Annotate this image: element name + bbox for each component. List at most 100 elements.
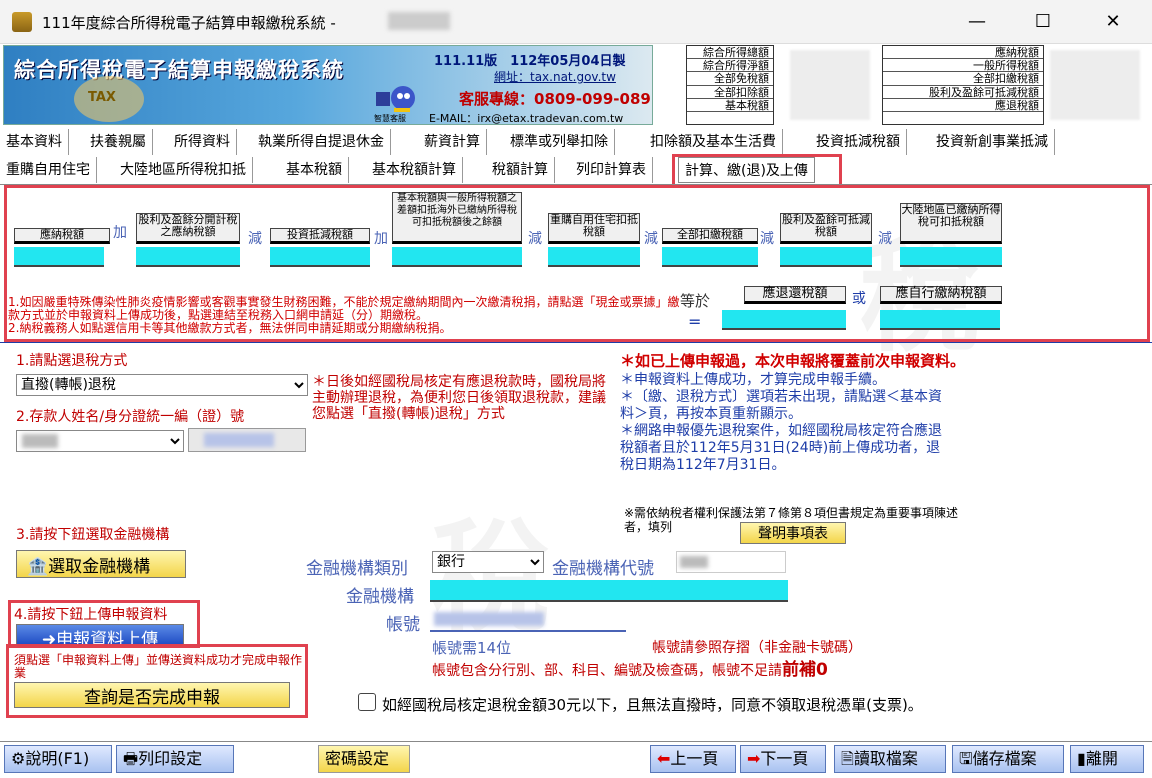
tab-print[interactable]: 列印計算表 — [570, 157, 653, 183]
print-setting-label: 列印設定 — [138, 749, 203, 768]
label-dividend-credit: 股利及盈餘可抵減稅額 — [780, 213, 872, 244]
value-dividend-credit — [780, 247, 872, 267]
bank-icon: 🏦 — [27, 556, 49, 577]
account-label: 帳號 — [386, 615, 420, 635]
operator-add: 加 — [374, 231, 388, 247]
help-icon: ⚙ — [11, 749, 26, 768]
bank-code-label: 金融機構代號 — [552, 559, 654, 579]
bank-type-label: 金融機構類別 — [306, 559, 408, 579]
calc-note: 2.納稅義務人如點選信用卡等其他繳款方式者，無法併同申請延期或分期繳納稅捐。 — [8, 321, 452, 335]
tab-housing[interactable]: 重購自用住宅 — [0, 157, 97, 183]
label-overseas-credit: 基本稅額與一般所得稅額之差額扣抵海外已繳納所得稅可扣抵稅額後之餘額 — [392, 192, 522, 244]
next-page-label: 下一頁 — [760, 749, 809, 768]
summary-item: 基本稅額 — [687, 99, 773, 112]
refund-method-select[interactable]: 直撥(轉帳)退稅 — [16, 374, 308, 396]
value-dividend-tax — [136, 247, 240, 267]
tab-basic-info[interactable]: 基本資料 — [0, 129, 69, 155]
info-notes: ＊申報資料上傳成功，才算完成申報手續。 ＊〔繳、退稅方式〕選項若未出現，請點選＜… — [620, 372, 950, 474]
step2-label: 2.存款人姓名/身分證統一編（證）號 — [16, 409, 245, 425]
label-housing-credit: 重購自用住宅扣抵稅額 — [548, 213, 640, 244]
declare-button[interactable]: 聲明事項表 — [740, 522, 846, 544]
password-setting-button[interactable]: 密碼設定 — [318, 745, 410, 773]
tab-dependents[interactable]: 扶養親屬 — [84, 129, 153, 155]
info-line: ＊申報資料上傳成功，才算完成申報手續。 — [620, 372, 886, 388]
summary-item: 綜合所得總額 — [687, 46, 773, 60]
tab-tax-calc[interactable]: 稅額計算 — [486, 157, 555, 183]
blurred-depositor — [22, 434, 58, 448]
tax-badge: TAX — [88, 90, 116, 105]
tab-mainland[interactable]: 大陸地區所得稅扣抵 — [114, 157, 253, 183]
label-tax-payable: 應納稅額 — [14, 228, 110, 244]
account-format-note: 帳號包含分行別、部、科目、編號及檢查碼，帳號不足請前補0 — [432, 655, 828, 680]
banner-url-link[interactable]: 網址：tax.nat.gov.tw — [494, 68, 616, 85]
equals-label: 等於 — [680, 292, 711, 310]
tab-basic-tax-calc[interactable]: 基本稅額計算 — [366, 157, 463, 183]
account-format-text: 帳號包含分行別、部、科目、編號及檢查碼，帳號不足請 — [432, 663, 782, 679]
window-title: 111年度綜合所得稅電子結算申報繳稅系統 - — [42, 14, 336, 32]
maximize-button[interactable]: ☐ — [1020, 6, 1066, 38]
highlight-query — [6, 644, 308, 718]
operator-sub: 減 — [248, 231, 262, 247]
tab-bar-2: 重購自用住宅 大陸地區所得稅扣抵 基本稅額 基本稅額計算 稅額計算 列印計算表 … — [0, 157, 1152, 183]
blurred-bank-code — [680, 556, 708, 568]
value-withholding — [662, 247, 758, 267]
select-bank-label: 選取金融機構 — [48, 556, 151, 577]
tab-salary[interactable]: 薪資計算 — [418, 129, 487, 155]
app-icon — [12, 12, 32, 32]
summary-left-values — [790, 50, 870, 120]
help-button[interactable]: ⚙說明(F1) — [4, 745, 112, 773]
label-self-pay: 應自行繳納稅額 — [880, 286, 1002, 304]
section-divider — [0, 342, 1152, 343]
banner-email: E-MAIL：irx@etax.tradevan.com.tw — [429, 112, 624, 125]
summary-left: 綜合所得總額 綜合所得淨額 全部免稅額 全部扣除額 基本稅額 — [686, 45, 774, 125]
tab-startup-credit[interactable]: 投資新創事業抵減 — [930, 129, 1055, 155]
select-bank-button[interactable]: 🏦選取金融機構 — [16, 550, 186, 578]
exit-icon: ▮ — [1077, 749, 1086, 768]
tab-basic-living[interactable]: 扣除額及基本生活費 — [644, 129, 783, 155]
step3-label: 3.請按下鈕選取金融機構 — [16, 527, 170, 543]
minimize-button[interactable]: — — [954, 6, 1000, 38]
exit-button[interactable]: ▮離開 — [1070, 745, 1144, 773]
next-page-button[interactable]: ➡下一頁 — [740, 745, 826, 773]
tab-investment-credit[interactable]: 投資抵減稅額 — [810, 129, 907, 155]
tab-deduction[interactable]: 標準或列舉扣除 — [504, 129, 615, 155]
tab-basic-tax[interactable]: 基本稅額 — [280, 157, 349, 183]
calc-notes: 1.如因嚴重特殊傳染性肺炎疫情影響或客觀事實發生財務困難，不能於規定繳納期間內一… — [8, 296, 688, 335]
banner-title: 綜合所得稅電子結算申報繳稅系統 — [14, 58, 344, 82]
printer-icon: 🖶 — [123, 749, 139, 768]
close-button[interactable]: ✕ — [1090, 6, 1136, 38]
open-file-icon: 🗎 — [841, 749, 854, 768]
operator-add: 加 — [113, 225, 127, 241]
value-mainland-credit — [900, 247, 1002, 267]
account-passbook-note: 帳號請參照存摺（非金融卡號碼） — [652, 640, 862, 656]
value-refund — [722, 310, 846, 330]
summary-item: 股利及盈餘可抵減稅額 — [883, 86, 1043, 99]
prev-page-button[interactable]: ⬅上一頁 — [650, 745, 736, 773]
save-file-button[interactable]: 🖫儲存檔案 — [952, 745, 1064, 773]
highlight-upload — [8, 600, 200, 648]
pad-zero: 前補0 — [782, 660, 828, 680]
open-file-label: 讀取檔案 — [853, 749, 918, 768]
tab-bar-1: 基本資料 扶養親屬 所得資料 執業所得自提退休金 薪資計算 標準或列舉扣除 扣除… — [0, 129, 1152, 155]
info-line: ＊網路申報優先退稅案件，如經國稅局核定符合應退稅額者且於112年5月31日(24… — [620, 423, 942, 473]
print-setting-button[interactable]: 🖶列印設定 — [116, 745, 234, 773]
save-file-label: 儲存檔案 — [972, 749, 1037, 768]
robot-label: 智慧客服 — [374, 114, 406, 123]
summary-item: 應退稅額 — [883, 99, 1043, 112]
banner-phone: 客服專線：0809-099-089 — [459, 90, 651, 108]
summary-item: 應納稅額 — [883, 46, 1043, 60]
no-refund-check-checkbox[interactable] — [358, 693, 376, 711]
bank-type-select[interactable]: 銀行 — [432, 551, 544, 573]
summary-item: 綜合所得淨額 — [687, 59, 773, 73]
label-investment-credit: 投資抵減稅額 — [270, 228, 370, 244]
step1-label: 1.請點選退稅方式 — [16, 353, 128, 369]
calc-note: 1.如因嚴重特殊傳染性肺炎疫情影響或客觀事實發生財務困難，不能於規定繳納期間內一… — [8, 295, 680, 322]
value-housing-credit — [548, 247, 640, 267]
open-file-button[interactable]: 🗎讀取檔案 — [834, 745, 946, 773]
tab-pension[interactable]: 執業所得自提退休金 — [252, 129, 391, 155]
banner: 綜合所得稅電子結算申報繳稅系統 TAX 111.11版 112年05月04日製 … — [3, 45, 653, 125]
tab-income[interactable]: 所得資料 — [168, 129, 237, 155]
summary-right: 應納稅額 一般所得稅額 全部扣繳稅額 股利及盈餘可抵減稅額 應退稅額 — [882, 45, 1044, 125]
value-self-pay — [880, 310, 1000, 330]
operator-sub: 減 — [528, 231, 542, 247]
